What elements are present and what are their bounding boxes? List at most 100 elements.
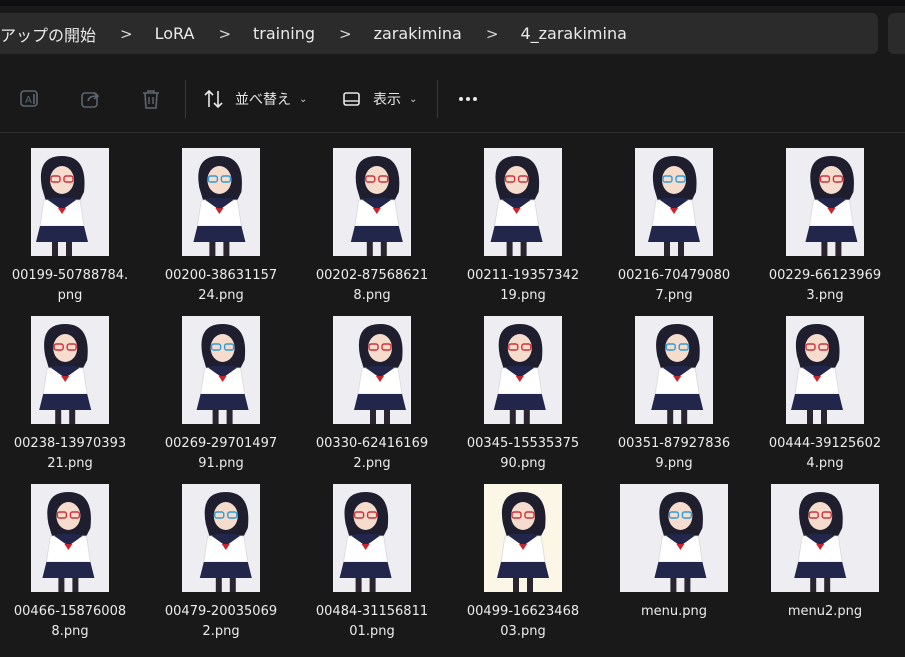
file-item[interactable]: 00330-62416169 2.png <box>302 306 442 472</box>
delete-button[interactable] <box>140 84 162 114</box>
file-name-line: 00269-29701497 <box>164 436 278 451</box>
file-name-line: 2.png <box>353 456 391 471</box>
view-icon <box>343 92 360 106</box>
breadcrumb-separator-icon[interactable]: > <box>120 25 133 43</box>
file-item[interactable]: menu2.png <box>755 474 895 640</box>
window-top-strip <box>0 0 905 6</box>
file-name: 00466-15876008 8.png <box>0 602 140 642</box>
file-name-line: 90.png <box>500 456 546 471</box>
view-button[interactable]: 表示 ⌄ <box>341 84 417 114</box>
file-item[interactable]: menu.png <box>604 474 744 640</box>
toolbar-separator <box>185 80 186 118</box>
breadcrumb-item-start[interactable]: アップの開始 <box>0 22 96 46</box>
file-name-line: 00484-31156811 <box>315 604 429 619</box>
file-thumbnail <box>771 484 879 592</box>
breadcrumb-item-training[interactable]: training <box>253 24 315 43</box>
file-name: 00345-15535375 90.png <box>453 434 593 474</box>
file-thumbnail <box>786 316 864 424</box>
file-name: menu2.png <box>755 602 895 622</box>
rename-icon: A <box>20 90 38 107</box>
svg-text:A: A <box>25 95 32 106</box>
trash-icon <box>143 90 159 109</box>
file-name: 00351-87927836 9.png <box>604 434 744 474</box>
file-thumbnail <box>182 316 260 424</box>
file-name-line: 7.png <box>655 288 693 303</box>
file-name-line: 4.png <box>806 456 844 471</box>
file-item[interactable]: 00499-16623468 03.png <box>453 474 593 640</box>
file-item[interactable]: 00202-87568621 8.png <box>302 138 442 304</box>
file-thumbnail <box>182 148 260 256</box>
file-item[interactable]: 00466-15876008 8.png <box>0 474 140 640</box>
toolbar-divider <box>0 132 905 133</box>
toolbar-separator <box>437 80 438 118</box>
file-item[interactable]: 00484-31156811 01.png <box>302 474 442 640</box>
file-item[interactable]: 00238-13970393 21.png <box>0 306 140 472</box>
file-name-line: 00238-13970393 <box>13 436 127 451</box>
file-thumbnail <box>620 484 728 592</box>
file-item[interactable]: 00345-15535375 90.png <box>453 306 593 472</box>
breadcrumb-separator-icon[interactable]: > <box>486 25 499 43</box>
breadcrumb-separator-icon[interactable]: > <box>339 25 352 43</box>
rename-button[interactable]: A <box>19 84 41 114</box>
file-name-line: 24.png <box>198 288 244 303</box>
breadcrumb-separator-icon[interactable]: > <box>218 25 231 43</box>
share-icon <box>81 92 100 108</box>
file-thumbnail <box>182 484 260 592</box>
file-name-line: menu.png <box>640 604 707 619</box>
file-item[interactable]: 00200-38631157 24.png <box>151 138 291 304</box>
more-button[interactable] <box>457 84 479 114</box>
file-name: 00211-19357342 19.png <box>453 266 593 306</box>
file-thumbnail <box>31 148 109 256</box>
file-name-line: 8.png <box>51 624 89 639</box>
sort-icon <box>204 89 223 109</box>
file-name: 00484-31156811 01.png <box>302 602 442 642</box>
file-item[interactable]: 00269-29701497 91.png <box>151 306 291 472</box>
file-name-line: 9.png <box>655 456 693 471</box>
breadcrumb-item-current[interactable]: 4_zarakimina <box>520 24 626 43</box>
file-item[interactable]: 00229-66123969 3.png <box>755 138 895 304</box>
share-button[interactable] <box>80 84 102 114</box>
file-name: 00199-50788784. png <box>0 266 140 306</box>
file-thumbnail <box>635 316 713 424</box>
file-thumbnail <box>635 148 713 256</box>
chevron-down-icon: ⌄ <box>409 93 418 105</box>
file-name-line: 00216-70479080 <box>617 268 731 283</box>
file-thumbnail <box>333 148 411 256</box>
file-thumbnail <box>484 148 562 256</box>
file-thumbnail <box>333 484 411 592</box>
file-thumbnail <box>786 148 864 256</box>
file-thumbnail <box>484 316 562 424</box>
file-name-line: 00351-87927836 <box>617 436 731 451</box>
chevron-down-icon: ⌄ <box>299 93 308 105</box>
file-name-line: 2.png <box>202 624 240 639</box>
breadcrumb-item-zarakimina[interactable]: zarakimina <box>374 24 462 43</box>
file-name-line: 00466-15876008 <box>13 604 127 619</box>
file-name-line: 00444-39125602 <box>768 436 882 451</box>
file-name-line: 00479-20035069 <box>164 604 278 619</box>
breadcrumb-item-lora[interactable]: LoRA <box>155 24 195 43</box>
file-name-line: 3.png <box>806 288 844 303</box>
file-item[interactable]: 00444-39125602 4.png <box>755 306 895 472</box>
file-name: 00202-87568621 8.png <box>302 266 442 306</box>
file-thumbnail <box>484 484 562 592</box>
file-thumbnail <box>31 484 109 592</box>
file-name-line: 00199-50788784. <box>11 268 129 283</box>
file-name-line: 00211-19357342 <box>466 268 580 283</box>
file-item[interactable]: 00479-20035069 2.png <box>151 474 291 640</box>
file-item[interactable]: 00216-70479080 7.png <box>604 138 744 304</box>
file-name-line: 01.png <box>349 624 395 639</box>
file-item[interactable]: 00351-87927836 9.png <box>604 306 744 472</box>
search-box[interactable] <box>888 13 905 54</box>
file-name-line: 00229-66123969 <box>768 268 882 283</box>
file-name: 00238-13970393 21.png <box>0 434 140 474</box>
file-name: 00269-29701497 91.png <box>151 434 291 474</box>
file-name-line: 03.png <box>500 624 546 639</box>
file-name-line: 00330-62416169 <box>315 436 429 451</box>
file-item[interactable]: 00211-19357342 19.png <box>453 138 593 304</box>
breadcrumb[interactable]: アップの開始 > LoRA > training > zarakimina > … <box>0 13 878 54</box>
file-item[interactable]: 00199-50788784. png <box>0 138 140 304</box>
file-name: 00200-38631157 24.png <box>151 266 291 306</box>
file-thumbnail <box>333 316 411 424</box>
view-label: 表示 <box>373 92 401 108</box>
sort-button[interactable]: 並べ替え ⌄ <box>203 84 307 114</box>
